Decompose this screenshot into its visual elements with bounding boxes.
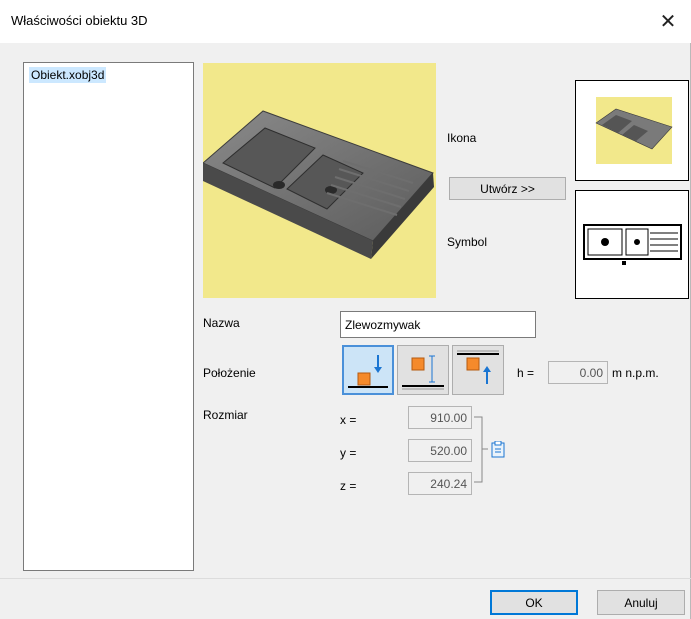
position-ceiling-button[interactable] — [452, 345, 504, 395]
ok-button[interactable]: OK — [490, 590, 578, 615]
properties-dialog: Właściwości obiektu 3D ✕ Obiekt.xobj3d I… — [0, 0, 691, 619]
create-button[interactable]: Utwórz >> — [449, 177, 566, 200]
close-icon: ✕ — [659, 11, 677, 33]
symbol-preview — [575, 190, 689, 299]
x-label: x = — [340, 413, 357, 427]
h-value-field[interactable]: 0.00 — [548, 361, 608, 384]
h-label: h = — [517, 366, 535, 380]
object-file-list[interactable]: Obiekt.xobj3d — [23, 62, 194, 571]
icon-thumbnail — [595, 97, 673, 164]
size-bracket — [474, 416, 488, 483]
icon-label: Ikona — [447, 131, 477, 145]
cancel-button[interactable]: Anuluj — [597, 590, 685, 615]
size-label: Rozmiar — [203, 408, 248, 422]
symbol-label: Symbol — [447, 235, 488, 249]
name-label: Nazwa — [203, 316, 240, 330]
y-label: y = — [340, 446, 357, 460]
sink-symbol — [583, 224, 682, 265]
x-value-field[interactable]: 910.00 — [408, 406, 472, 429]
position-label: Położenie — [203, 366, 256, 380]
icon-preview — [575, 80, 689, 181]
floor-position-icon — [348, 355, 388, 388]
ceiling-position-icon — [457, 350, 499, 384]
z-label: z = — [340, 479, 357, 493]
position-wall-button[interactable] — [397, 345, 449, 395]
list-item[interactable]: Obiekt.xobj3d — [29, 67, 107, 83]
clipboard-icon[interactable] — [490, 440, 506, 459]
window-title: Właściwości obiektu 3D — [11, 13, 148, 28]
title-bar: Właściwości obiektu 3D ✕ — [0, 0, 691, 43]
z-value-field[interactable]: 240.24 — [408, 472, 472, 495]
position-floor-button[interactable] — [342, 345, 394, 395]
object-preview — [202, 63, 436, 298]
name-input[interactable] — [340, 311, 536, 338]
h-unit-label: m n.p.m. — [612, 366, 659, 380]
footer-divider — [0, 578, 691, 579]
y-value-field[interactable]: 520.00 — [408, 439, 472, 462]
wall-position-icon — [402, 355, 444, 390]
close-button[interactable]: ✕ — [645, 0, 691, 43]
sink-3d-render — [202, 110, 434, 259]
